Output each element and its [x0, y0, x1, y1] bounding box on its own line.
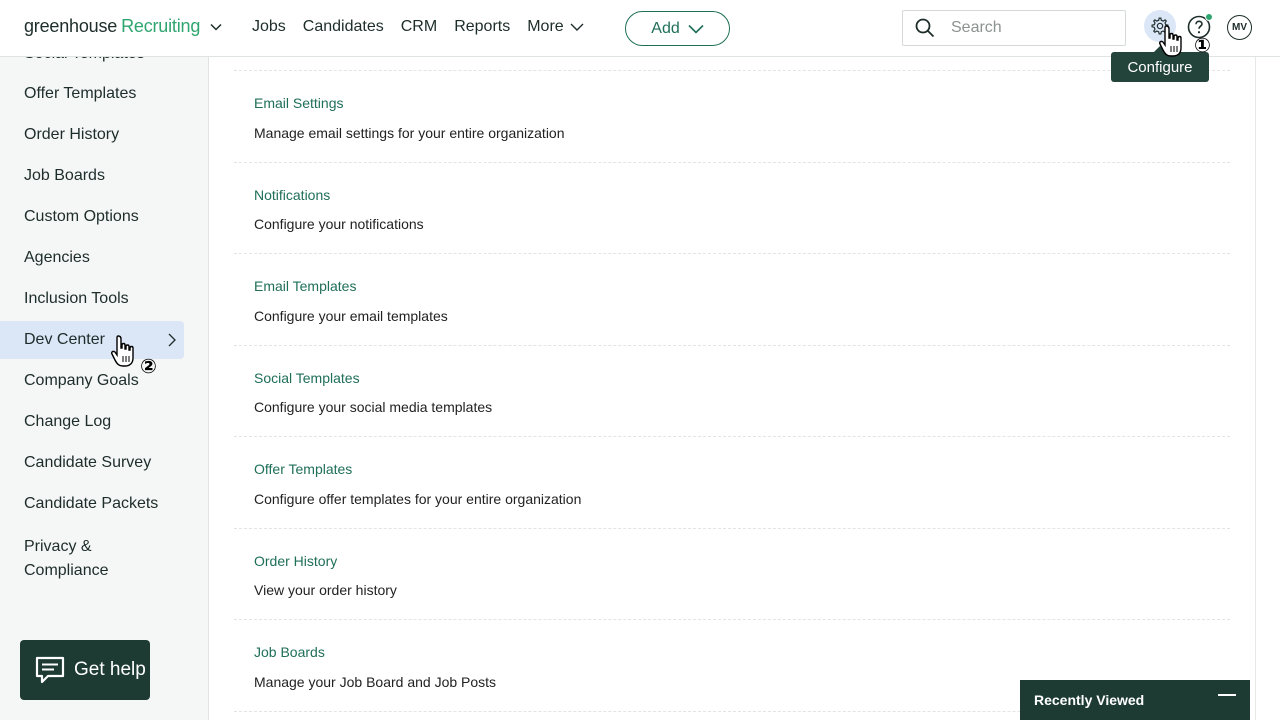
recently-viewed-panel[interactable]: Recently Viewed — [1020, 680, 1250, 720]
nav-more[interactable]: More — [527, 18, 584, 36]
settings-link-offer-templates[interactable]: Offer Templates — [254, 461, 352, 477]
configure-content: Email Settings Manage email settings for… — [210, 57, 1256, 720]
settings-row: Offer Templates Configure offer template… — [234, 437, 1230, 529]
settings-link-email-templates[interactable]: Email Templates — [254, 278, 356, 294]
sidebar-item-order-history[interactable]: Order History — [0, 117, 184, 153]
sidebar-item-label-line1: Privacy & — [24, 538, 92, 555]
settings-link-notifications[interactable]: Notifications — [254, 187, 330, 203]
get-help-button[interactable]: Get help — [20, 640, 150, 700]
settings-description: Manage email settings for your entire or… — [254, 125, 565, 141]
settings-row: Email Settings Manage email settings for… — [234, 71, 1230, 163]
sidebar-item-privacy-compliance[interactable]: Privacy & Compliance — [0, 533, 184, 585]
sidebar-item-agencies[interactable]: Agencies — [0, 240, 184, 276]
get-help-label: Get help — [74, 659, 146, 680]
settings-link-order-history[interactable]: Order History — [254, 553, 337, 569]
sidebar-item-label: Dev Center — [24, 331, 105, 348]
settings-row: Social Templates Configure your social m… — [234, 346, 1230, 437]
annotation-step-1: ① — [1194, 35, 1211, 57]
sidebar-item-job-boards[interactable]: Job Boards — [0, 158, 184, 194]
logo-primary: greenhouse — [24, 16, 118, 36]
sidebar-item-dev-center[interactable]: Dev Center — [0, 321, 184, 359]
search-box[interactable] — [902, 10, 1126, 46]
settings-link-email-settings[interactable]: Email Settings — [254, 95, 343, 111]
settings-description: Configure your notifications — [254, 216, 424, 232]
settings-description: View your order history — [254, 582, 397, 598]
sidebar-item-offer-templates[interactable]: Offer Templates — [0, 76, 184, 112]
nav-more-label: More — [527, 18, 564, 35]
settings-link-job-boards[interactable]: Job Boards — [254, 644, 325, 660]
top-navigation-bar: greenhouse Recruiting Jobs Candidates CR… — [0, 0, 1280, 57]
add-button[interactable]: Add — [625, 11, 730, 46]
avatar[interactable]: MV — [1227, 15, 1252, 40]
logo-secondary: Recruiting — [121, 16, 201, 36]
minimize-icon[interactable] — [1218, 694, 1236, 696]
settings-link-social-templates[interactable]: Social Templates — [254, 370, 360, 386]
sidebar-item-social-templates[interactable]: Social Templates — [0, 57, 184, 72]
search-input[interactable] — [951, 19, 1111, 37]
settings-description: Configure your social media templates — [254, 399, 493, 415]
settings-row: Email Templates Configure your email tem… — [234, 254, 1230, 346]
settings-row: Order History View your order history — [234, 529, 1230, 620]
sidebar-item-candidate-packets[interactable]: Candidate Packets — [0, 486, 184, 522]
notification-dot — [1205, 13, 1213, 21]
settings-description: Manage your Job Board and Job Posts — [254, 674, 497, 690]
greenhouse-logo[interactable]: greenhouse Recruiting — [24, 16, 222, 37]
nav-jobs[interactable]: Jobs — [252, 18, 286, 36]
chevron-down-icon — [570, 23, 584, 31]
sidebar-item-custom-options[interactable]: Custom Options — [0, 199, 184, 235]
sidebar-item-change-log[interactable]: Change Log — [0, 404, 184, 440]
chat-icon — [35, 656, 65, 684]
add-button-label: Add — [651, 19, 680, 37]
chevron-down-icon — [688, 24, 704, 34]
search-icon — [915, 18, 935, 38]
nav-candidates[interactable]: Candidates — [303, 18, 384, 36]
settings-description: Configure offer templates for your entir… — [254, 491, 582, 507]
nav-crm[interactable]: CRM — [401, 18, 437, 36]
configure-sidebar: Social Templates Offer Templates Order H… — [0, 57, 209, 720]
chevron-down-icon[interactable] — [210, 21, 222, 33]
main-nav: Jobs Candidates CRM Reports More — [252, 18, 584, 36]
settings-description: Configure your email templates — [254, 308, 448, 324]
nav-reports[interactable]: Reports — [454, 18, 510, 36]
sidebar-item-label-line2: Compliance — [24, 562, 109, 579]
sidebar-item-inclusion-tools[interactable]: Inclusion Tools — [0, 281, 184, 317]
annotation-step-2: ② — [140, 356, 157, 378]
chevron-right-icon — [168, 333, 176, 347]
settings-row: Notifications Configure your notificatio… — [234, 163, 1230, 254]
recently-viewed-label: Recently Viewed — [1034, 692, 1145, 708]
sidebar-item-candidate-survey[interactable]: Candidate Survey — [0, 445, 184, 481]
